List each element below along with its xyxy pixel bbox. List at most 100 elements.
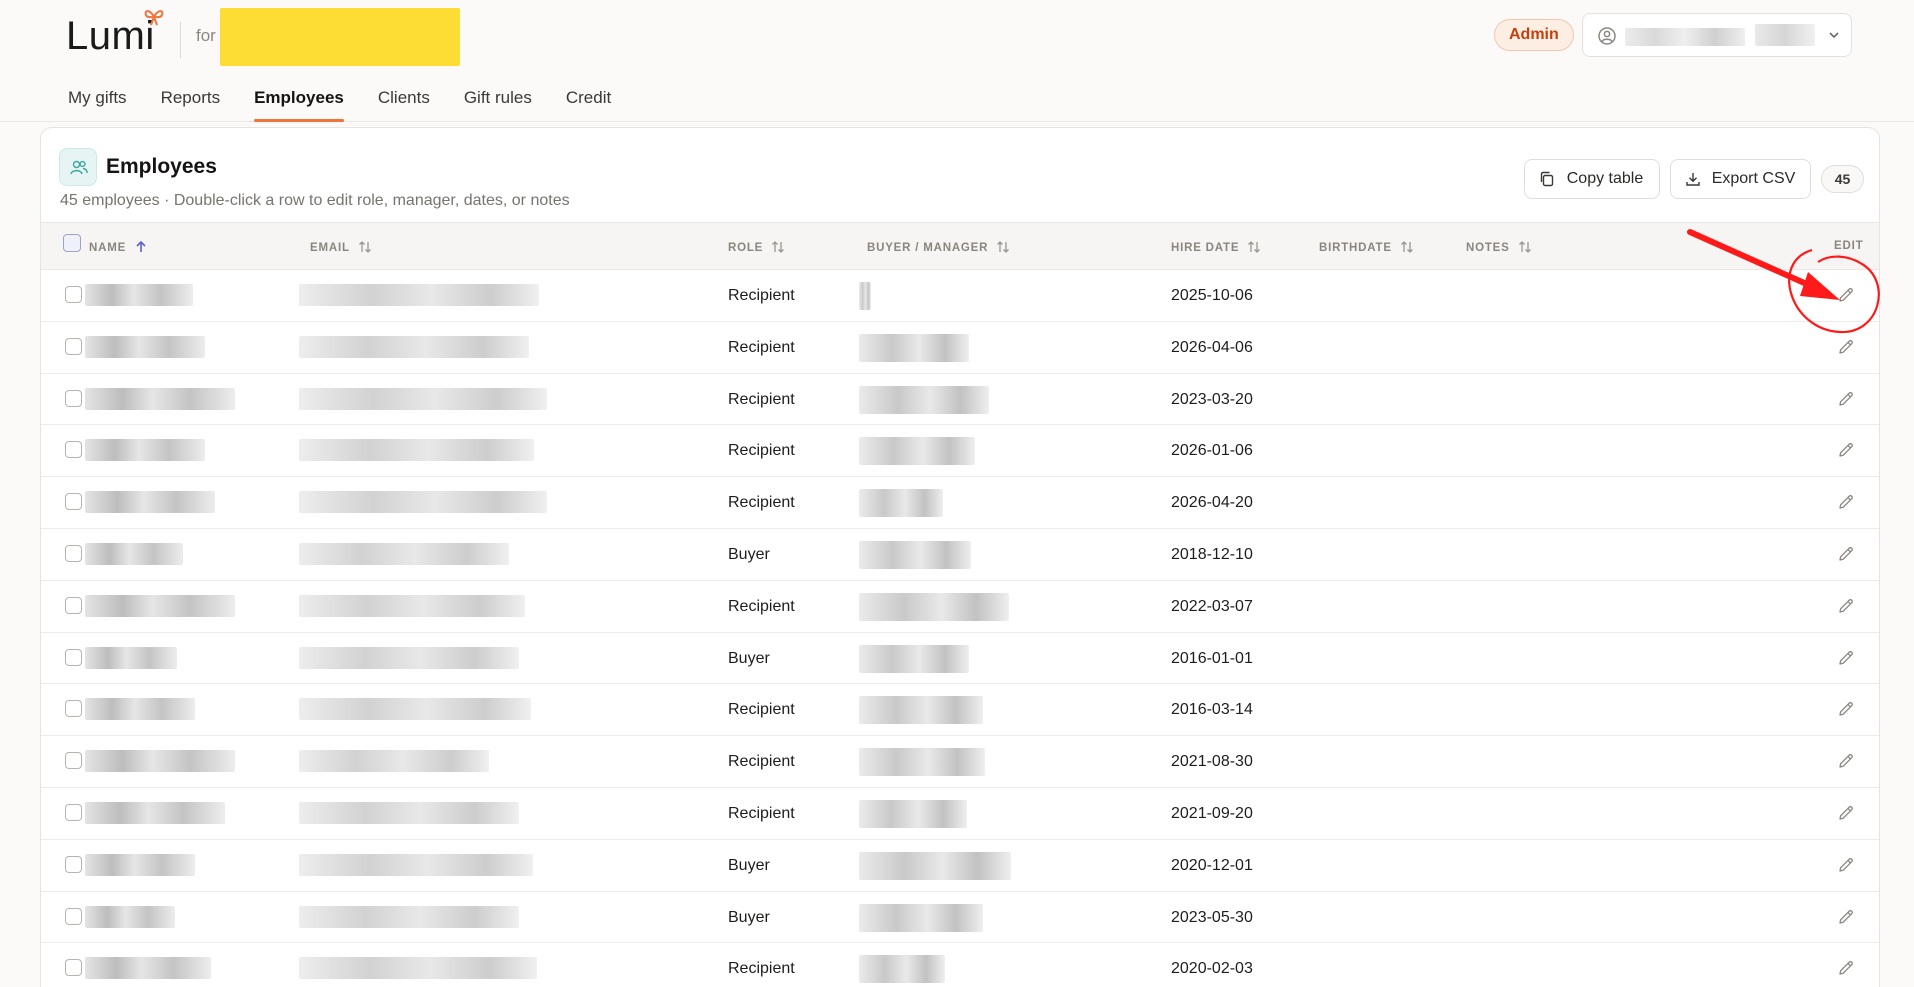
pencil-edit-icon[interactable] bbox=[1837, 338, 1855, 356]
manager-name-redacted bbox=[859, 903, 983, 932]
table-row[interactable]: Recipient 2021-08-30 bbox=[41, 736, 1879, 788]
row-checkbox[interactable] bbox=[65, 959, 82, 977]
employee-name-redacted bbox=[85, 646, 177, 669]
gift-bow-icon bbox=[144, 10, 164, 26]
column-header-email[interactable]: EMAIL bbox=[310, 240, 372, 254]
pencil-edit-icon[interactable] bbox=[1837, 390, 1855, 408]
row-checkbox[interactable] bbox=[65, 544, 82, 562]
manager-name-redacted bbox=[859, 282, 871, 310]
pencil-edit-icon[interactable] bbox=[1837, 908, 1855, 926]
page-subtitle: 45 employees · Double-click a row to edi… bbox=[60, 192, 570, 209]
manager-name-redacted bbox=[859, 437, 975, 466]
employee-name-redacted bbox=[85, 491, 215, 514]
pencil-edit-icon[interactable] bbox=[1837, 545, 1855, 563]
employee-email-redacted bbox=[299, 853, 533, 876]
column-header-hire-date[interactable]: HIRE DATE bbox=[1171, 240, 1261, 254]
column-header-edit: EDIT bbox=[1834, 240, 1864, 252]
employee-email-redacted bbox=[299, 284, 539, 306]
row-checkbox[interactable] bbox=[65, 752, 82, 770]
row-checkbox[interactable] bbox=[65, 648, 82, 666]
pencil-edit-icon[interactable] bbox=[1837, 493, 1855, 511]
users-icon bbox=[59, 148, 97, 186]
row-checkbox[interactable] bbox=[65, 493, 82, 511]
pencil-edit-icon[interactable] bbox=[1837, 597, 1855, 615]
column-header-name[interactable]: NAME bbox=[89, 240, 148, 254]
sort-icon bbox=[1248, 241, 1261, 253]
table-row[interactable]: Buyer 2018-12-10 bbox=[41, 529, 1879, 581]
employee-role: Recipient bbox=[728, 597, 795, 615]
row-checkbox[interactable] bbox=[65, 337, 82, 355]
table-row[interactable]: Recipient 2022-03-07 bbox=[41, 581, 1879, 633]
table-row[interactable]: Recipient 2021-09-20 bbox=[41, 788, 1879, 840]
row-checkbox[interactable] bbox=[65, 700, 82, 718]
column-label-email: EMAIL bbox=[310, 242, 350, 254]
pencil-edit-icon[interactable] bbox=[1837, 286, 1855, 304]
employee-role: Recipient bbox=[728, 701, 795, 719]
employee-email-redacted bbox=[299, 439, 534, 462]
table-row[interactable]: Recipient 2020-02-03 bbox=[41, 943, 1879, 987]
top-header: Lumi for Admin My gifts Reports Employee… bbox=[0, 0, 1914, 122]
table-row[interactable]: Recipient 2025-10-06 bbox=[41, 270, 1879, 322]
employee-email-redacted bbox=[299, 542, 509, 565]
table-row[interactable]: Buyer 2020-12-01 bbox=[41, 840, 1879, 892]
pencil-edit-icon[interactable] bbox=[1837, 856, 1855, 874]
column-label-notes: NOTES bbox=[1466, 242, 1510, 254]
column-header-role[interactable]: ROLE bbox=[728, 240, 785, 254]
table-row[interactable]: Buyer 2023-05-30 bbox=[41, 892, 1879, 944]
employee-name-redacted bbox=[85, 905, 175, 928]
manager-name-redacted bbox=[859, 748, 985, 777]
table-row[interactable]: Buyer 2016-01-01 bbox=[41, 633, 1879, 685]
column-header-birthdate[interactable]: BIRTHDATE bbox=[1319, 240, 1414, 254]
row-checkbox[interactable] bbox=[65, 441, 82, 459]
manager-name-redacted bbox=[859, 385, 989, 414]
logo-divider bbox=[180, 22, 181, 58]
pencil-edit-icon[interactable] bbox=[1837, 700, 1855, 718]
table-row[interactable]: Recipient 2026-04-20 bbox=[41, 477, 1879, 529]
select-all-checkbox[interactable] bbox=[63, 234, 81, 252]
row-checkbox[interactable] bbox=[65, 286, 82, 303]
row-checkbox[interactable] bbox=[65, 803, 82, 821]
user-org-redacted bbox=[1755, 24, 1815, 46]
employee-name-redacted bbox=[85, 801, 225, 824]
table-row[interactable]: Recipient 2026-04-06 bbox=[41, 322, 1879, 374]
row-checkbox[interactable] bbox=[65, 389, 82, 407]
row-checkbox[interactable] bbox=[65, 907, 82, 925]
column-header-notes[interactable]: NOTES bbox=[1466, 240, 1532, 254]
tab-employees[interactable]: Employees bbox=[254, 86, 344, 122]
pencil-edit-icon[interactable] bbox=[1837, 752, 1855, 770]
pencil-edit-icon[interactable] bbox=[1837, 441, 1855, 459]
pencil-edit-icon[interactable] bbox=[1837, 959, 1855, 977]
employee-name-redacted bbox=[85, 439, 205, 462]
employee-hire-date: 2020-12-01 bbox=[1171, 856, 1253, 874]
employee-name-redacted bbox=[85, 284, 193, 306]
manager-name-redacted bbox=[859, 333, 969, 362]
tab-gift-rules[interactable]: Gift rules bbox=[464, 86, 532, 122]
employee-role: Recipient bbox=[728, 442, 795, 460]
employee-role: Buyer bbox=[728, 856, 770, 874]
column-header-manager[interactable]: BUYER / MANAGER bbox=[867, 240, 1010, 254]
table-row[interactable]: Recipient 2026-01-06 bbox=[41, 425, 1879, 478]
employee-email-redacted bbox=[299, 750, 489, 773]
employee-name-redacted bbox=[85, 853, 195, 876]
tab-credit[interactable]: Credit bbox=[566, 86, 611, 122]
tab-my-gifts[interactable]: My gifts bbox=[68, 86, 127, 122]
pencil-edit-icon[interactable] bbox=[1837, 649, 1855, 667]
employee-email-redacted bbox=[299, 905, 519, 928]
export-csv-button[interactable]: Export CSV bbox=[1670, 159, 1811, 199]
table-row[interactable]: Recipient 2023-03-20 bbox=[41, 374, 1879, 426]
row-checkbox[interactable] bbox=[65, 855, 82, 873]
employee-hire-date: 2023-05-30 bbox=[1171, 908, 1253, 926]
copy-table-button[interactable]: Copy table bbox=[1524, 159, 1660, 199]
employee-email-redacted bbox=[299, 594, 525, 617]
user-menu-dropdown[interactable] bbox=[1582, 13, 1852, 57]
table-row[interactable]: Recipient 2016-03-14 bbox=[41, 684, 1879, 737]
employee-name-redacted bbox=[85, 542, 183, 565]
user-circle-icon bbox=[1598, 27, 1616, 45]
tab-clients[interactable]: Clients bbox=[378, 86, 430, 122]
lumi-logo[interactable]: Lumi bbox=[66, 10, 164, 59]
employee-hire-date: 2023-03-20 bbox=[1171, 390, 1253, 408]
column-label-role: ROLE bbox=[728, 242, 764, 254]
tab-reports[interactable]: Reports bbox=[161, 86, 221, 122]
pencil-edit-icon[interactable] bbox=[1837, 804, 1855, 822]
row-checkbox[interactable] bbox=[65, 596, 82, 614]
